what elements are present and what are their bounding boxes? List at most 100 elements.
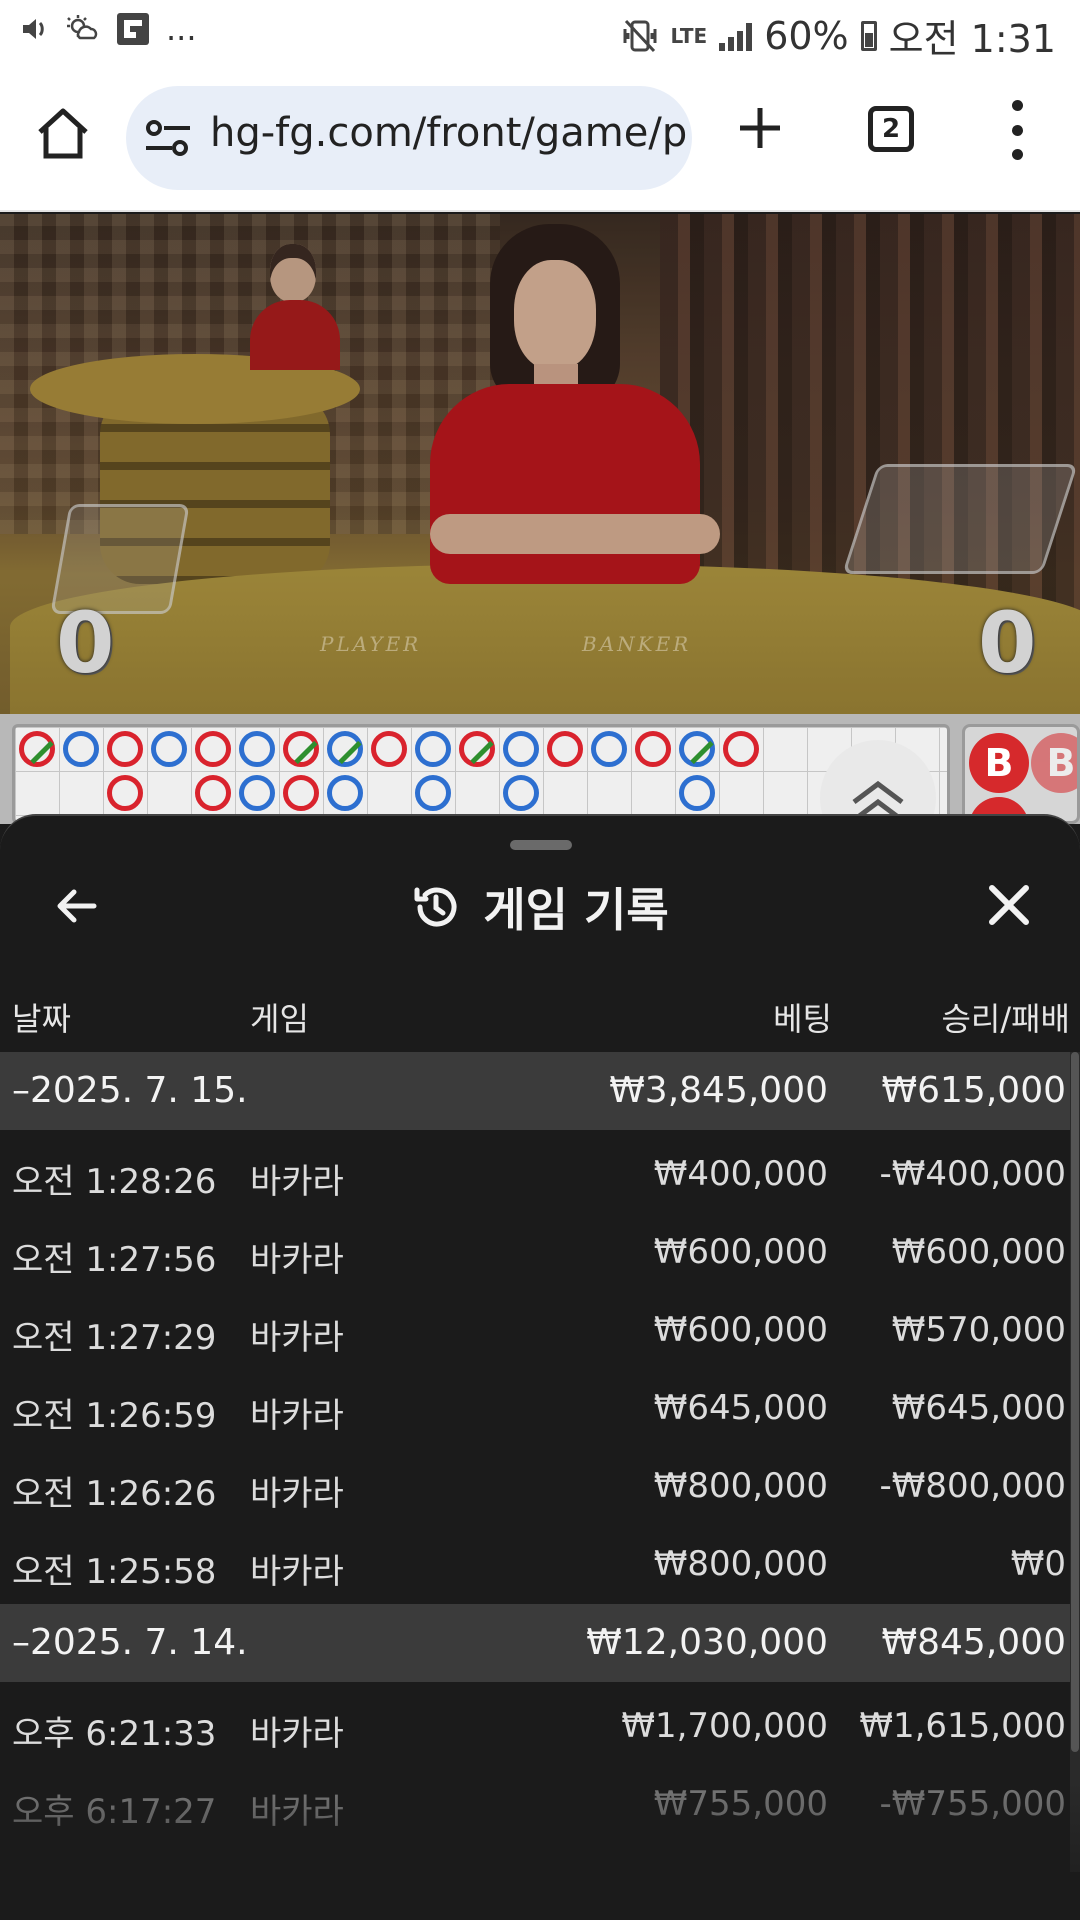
- table-row[interactable]: 오전 1:26:59 바카라 ₩645,000 ₩645,000: [0, 1370, 1076, 1448]
- history-icon: [414, 887, 457, 927]
- site-settings-icon[interactable]: [144, 118, 192, 158]
- group-date: –2025. 7. 14.: [12, 1622, 248, 1663]
- row-time: 오전 1:26:59: [12, 1396, 217, 1436]
- row-game: 바카라: [250, 1552, 344, 1592]
- row-bet: ₩600,000: [653, 1310, 828, 1350]
- table-row[interactable]: 오후 6:17:27 바카라 ₩755,000 -₩755,000: [0, 1766, 1076, 1844]
- volume-icon: [23, 19, 44, 39]
- player-bead: [239, 775, 275, 811]
- battery-percent: 60%: [764, 13, 849, 58]
- player-bead: [679, 775, 715, 811]
- row-winloss: -₩755,000: [879, 1784, 1067, 1824]
- banker-bead: [107, 775, 143, 811]
- banker-bead: B: [969, 733, 1029, 793]
- row-bet: ₩1,700,000: [621, 1706, 828, 1746]
- video-dim-overlay: [0, 214, 1080, 714]
- table-row[interactable]: 오전 1:25:58 바카라 ₩800,000 ₩0: [0, 1526, 1076, 1604]
- table-row[interactable]: 오전 1:28:26 바카라 ₩400,000 -₩400,000: [0, 1136, 1076, 1214]
- row-winloss: ₩600,000: [891, 1232, 1066, 1272]
- banker-bead: [635, 731, 671, 767]
- group-winloss-total: ₩615,000: [881, 1070, 1066, 1111]
- table-row[interactable]: 오전 1:27:56 바카라 ₩600,000 ₩600,000: [0, 1214, 1076, 1292]
- tie-slash: [690, 740, 714, 765]
- status-right: LTE 60% 오전 1:31: [622, 8, 1056, 63]
- banker-bead: [195, 731, 231, 767]
- tie-slash: [338, 740, 362, 765]
- row-game: 바카라: [250, 1714, 344, 1754]
- tab-count: 2: [881, 114, 901, 144]
- group-bet-total: ₩3,845,000: [609, 1070, 828, 1111]
- row-winloss: -₩400,000: [879, 1154, 1067, 1194]
- tab-switcher-button[interactable]: 2: [868, 106, 914, 152]
- home-icon[interactable]: [34, 104, 92, 162]
- banker-bead: [107, 731, 143, 767]
- history-table-body: –2025. 7. 15. ₩3,845,000 ₩615,000 오전 1:2…: [0, 1052, 1076, 1844]
- player-bead: [591, 731, 627, 767]
- table-row[interactable]: 오후 6:21:33 바카라 ₩1,700,000 ₩1,615,000: [0, 1688, 1076, 1766]
- url-text[interactable]: hg-fg.com/front/game/p: [210, 110, 687, 156]
- tie-slash: [30, 740, 54, 765]
- banker-bead: [283, 731, 319, 767]
- row-time: 오전 1:25:58: [12, 1552, 217, 1592]
- url-bar[interactable]: hg-fg.com/front/game/p: [126, 86, 692, 190]
- flipboard-icon: [117, 13, 149, 45]
- row-game: 바카라: [250, 1792, 344, 1832]
- lte-icon: LTE: [670, 26, 707, 46]
- row-winloss: ₩0: [1010, 1544, 1066, 1584]
- player-bead: [327, 731, 363, 767]
- close-icon[interactable]: [984, 880, 1034, 930]
- big-road-preview[interactable]: B B: [962, 724, 1080, 824]
- scrollbar[interactable]: [1070, 1052, 1080, 1872]
- row-bet: ₩400,000: [653, 1154, 828, 1194]
- column-header-game[interactable]: 게임: [250, 994, 309, 1040]
- row-game: 바카라: [250, 1396, 344, 1436]
- table-row[interactable]: 오전 1:27:29 바카라 ₩600,000 ₩570,000: [0, 1292, 1076, 1370]
- row-game: 바카라: [250, 1162, 344, 1202]
- player-bead: [679, 731, 715, 767]
- banker-bead: [371, 731, 407, 767]
- browser-toolbar: hg-fg.com/front/game/p 2: [0, 64, 1080, 212]
- banker-bead: [195, 775, 231, 811]
- row-time: 오후 6:17:27: [12, 1792, 217, 1832]
- banker-bead: [283, 775, 319, 811]
- date-group-row[interactable]: –2025. 7. 15. ₩3,845,000 ₩615,000: [0, 1052, 1076, 1130]
- player-bead: [415, 731, 451, 767]
- row-bet: ₩645,000: [653, 1388, 828, 1428]
- row-time: 오전 1:27:29: [12, 1318, 217, 1358]
- signal-icon: [719, 21, 753, 51]
- banker-bead: [547, 731, 583, 767]
- date-group-row[interactable]: –2025. 7. 14. ₩12,030,000 ₩845,000: [0, 1604, 1076, 1682]
- player-bead: [415, 775, 451, 811]
- player-bead: [239, 731, 275, 767]
- status-left: ...: [20, 10, 197, 48]
- row-game: 바카라: [250, 1240, 344, 1280]
- player-bead: [151, 731, 187, 767]
- tie-slash: [294, 740, 318, 765]
- mute-icon: [623, 19, 657, 52]
- column-header-date[interactable]: 날짜: [12, 994, 71, 1040]
- player-bead: [63, 731, 99, 767]
- weather-icon: [67, 15, 98, 40]
- column-header-winloss[interactable]: 승리/패배: [941, 994, 1070, 1040]
- group-date: –2025. 7. 15.: [12, 1070, 248, 1111]
- player-bead: [503, 775, 539, 811]
- banker-bead: B: [1031, 733, 1077, 793]
- sheet-header: 게임 기록: [0, 872, 1080, 942]
- tie-slash: [470, 740, 494, 765]
- live-dealer-video: PLAYER BANKER 0 0: [0, 214, 1080, 714]
- status-bar: ... LTE 60% 오전 1:31: [0, 0, 1080, 64]
- menu-icon[interactable]: [1010, 100, 1024, 160]
- drag-handle[interactable]: [510, 840, 572, 850]
- group-winloss-total: ₩845,000: [881, 1622, 1066, 1663]
- history-table-header: 날짜 게임 베팅 승리/패배: [0, 986, 1080, 1052]
- row-time: 오후 6:21:33: [12, 1714, 217, 1754]
- row-game: 바카라: [250, 1318, 344, 1358]
- bead-road[interactable]: [12, 724, 950, 824]
- clock: 오전 1:31: [888, 17, 1056, 61]
- row-time: 오전 1:28:26: [12, 1162, 217, 1202]
- new-tab-icon[interactable]: [736, 104, 784, 152]
- row-winloss: -₩800,000: [879, 1466, 1067, 1506]
- game-history-sheet: 게임 기록 날짜 게임 베팅 승리/패배 –2025. 7. 15. ₩3,84…: [0, 814, 1080, 1920]
- column-header-bet[interactable]: 베팅: [773, 994, 832, 1040]
- table-row[interactable]: 오전 1:26:26 바카라 ₩800,000 -₩800,000: [0, 1448, 1076, 1526]
